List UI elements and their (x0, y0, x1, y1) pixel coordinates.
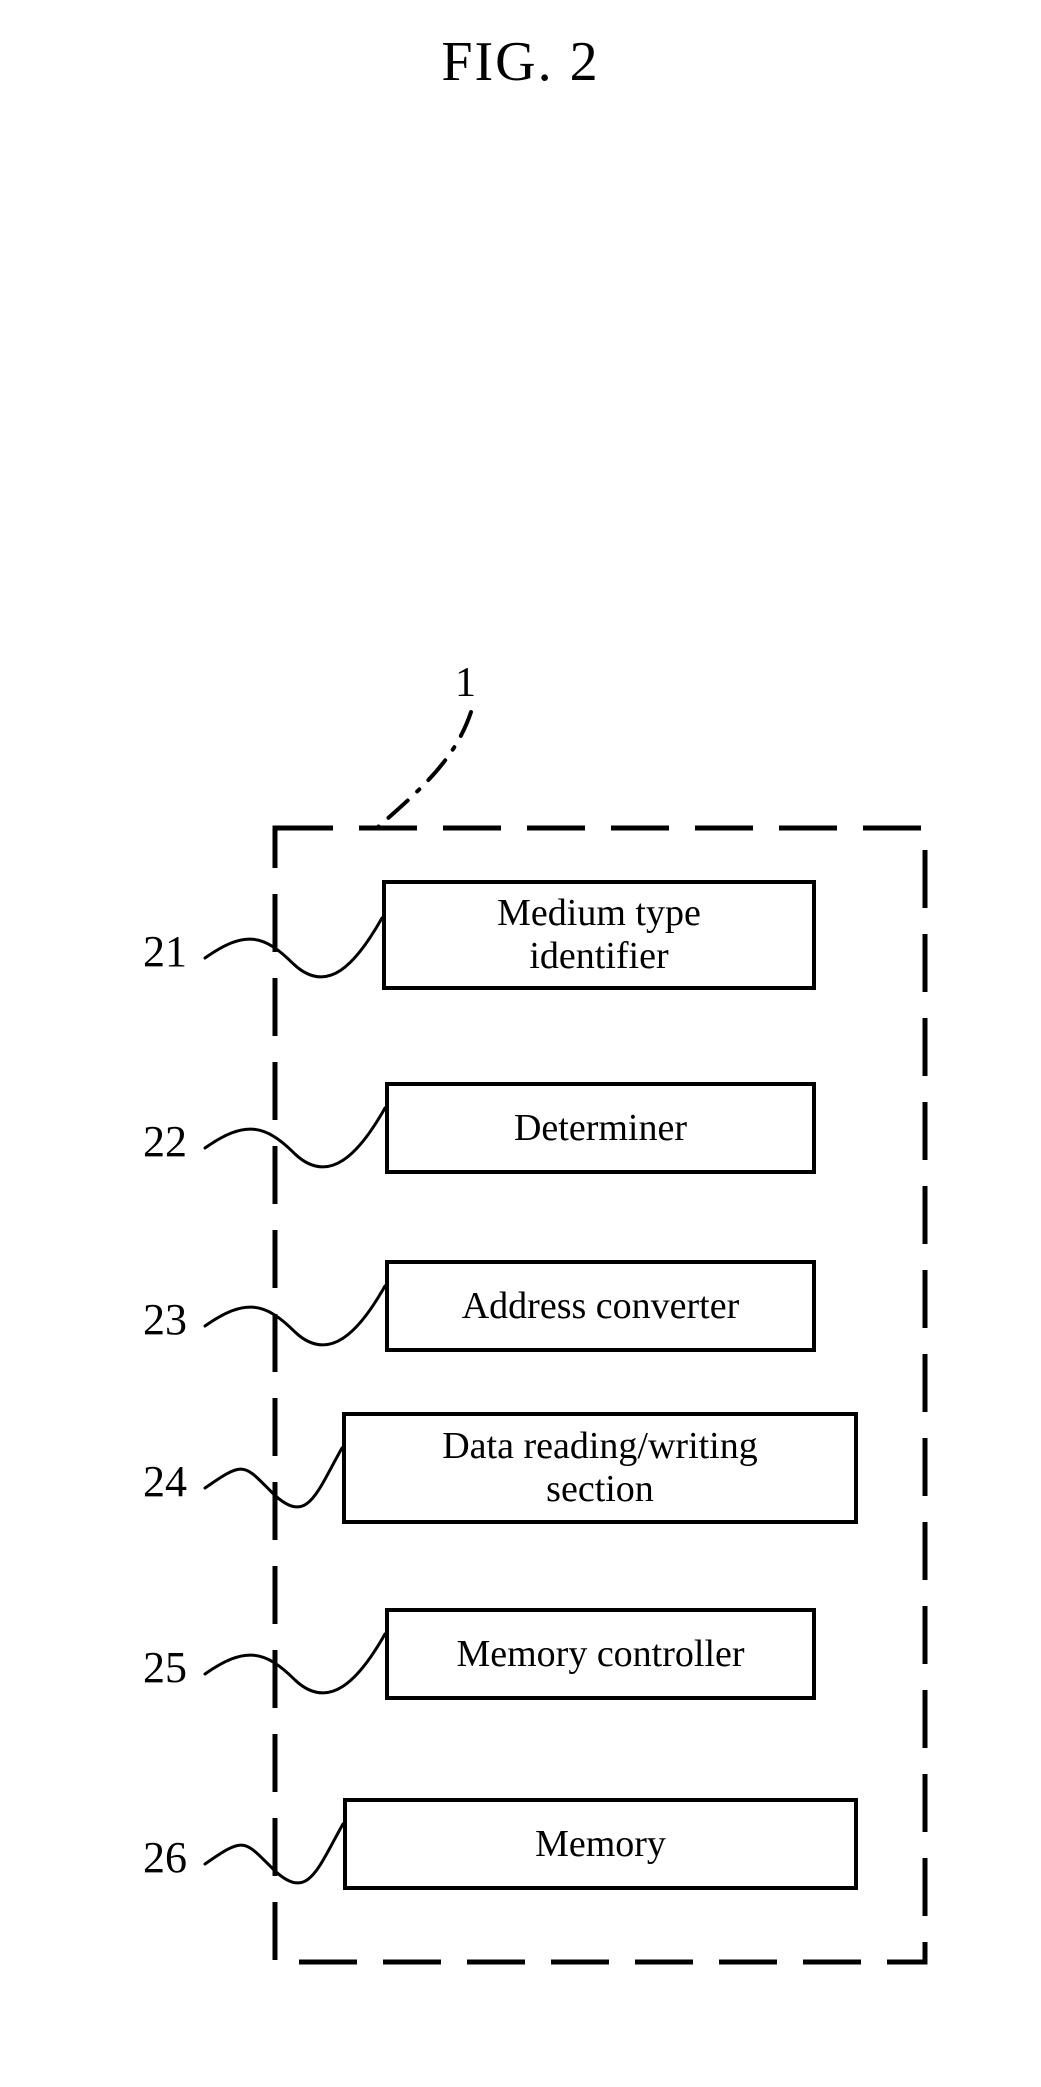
reference-numeral-26: 26 (143, 1833, 187, 1882)
device-boundary-frame (272, 825, 928, 1965)
leader-line-26 (203, 1822, 345, 1885)
leader-line-system (376, 710, 473, 829)
block-25: Memory controller (385, 1608, 816, 1700)
block-24: Data reading/writing section (342, 1412, 858, 1524)
reference-numeral-22: 22 (143, 1117, 187, 1166)
patent-figure: FIG. 2 1 Medium type identifier 21 Determi… (0, 0, 1041, 2087)
block-22: Determiner (385, 1082, 816, 1174)
block-21: Medium type identifier (382, 880, 816, 990)
reference-numeral-21: 21 (143, 927, 187, 976)
block-23: Address converter (385, 1260, 816, 1352)
reference-numeral-25: 25 (143, 1643, 187, 1692)
reference-numeral-1: 1 (455, 660, 476, 706)
block-26: Memory (343, 1798, 858, 1890)
leader-line-25 (203, 1632, 387, 1695)
reference-numeral-24: 24 (143, 1457, 187, 1506)
leader-line-22 (203, 1106, 387, 1169)
figure-line-overlay (203, 710, 928, 1965)
reference-numeral-23: 23 (143, 1295, 187, 1344)
leader-line-24 (203, 1446, 344, 1509)
leader-lines-group (203, 916, 387, 1885)
leader-line-21 (203, 916, 384, 979)
figure-title: FIG. 2 (441, 31, 600, 93)
leader-line-23 (203, 1284, 387, 1347)
